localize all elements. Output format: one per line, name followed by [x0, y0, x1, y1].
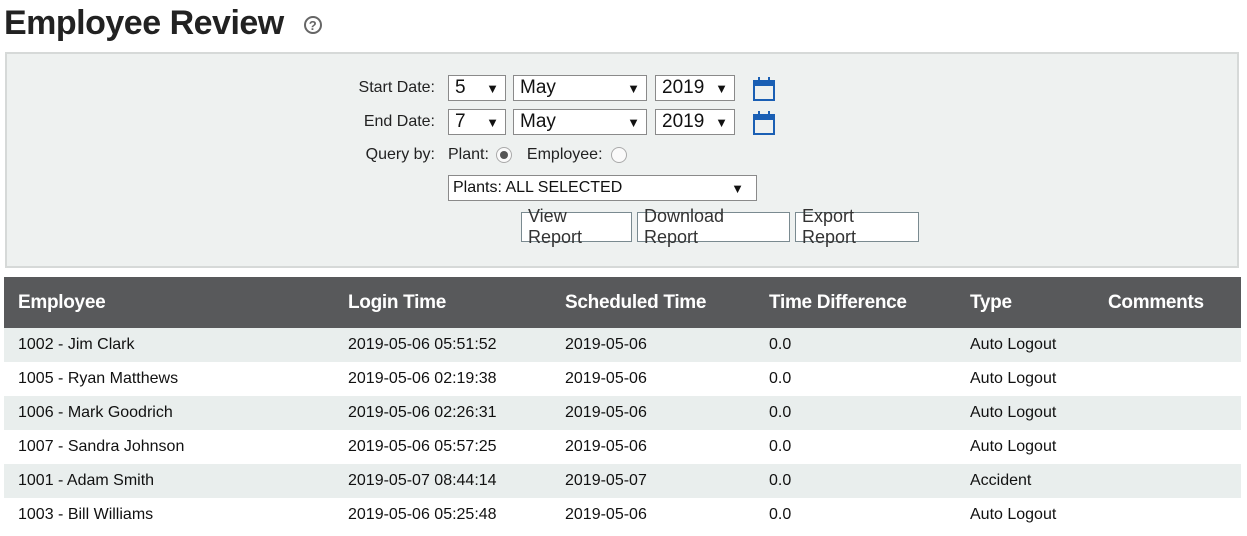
- query-by-row: Query by: Plant: Employee:: [347, 146, 627, 164]
- cell-type: Auto Logout: [970, 438, 1057, 455]
- table-header: Employee Login Time Scheduled Time Time …: [4, 277, 1241, 328]
- plant-radio[interactable]: [495, 147, 512, 163]
- start-month-value: May: [520, 77, 556, 98]
- cell-login-time: 2019-05-06 05:51:52: [348, 336, 497, 353]
- cell-employee: 1006 - Mark Goodrich: [18, 404, 173, 421]
- col-header-time-difference[interactable]: Time Difference: [769, 292, 907, 314]
- query-by-label: Query by:: [365, 146, 435, 163]
- cell-type: Auto Logout: [970, 336, 1057, 353]
- cell-time-difference: 0.0: [769, 336, 792, 353]
- col-header-scheduled-time[interactable]: Scheduled Time: [565, 292, 706, 314]
- help-icon[interactable]: ?: [303, 16, 322, 34]
- dropdown-arrow-icon: ▼: [715, 80, 728, 96]
- cell-time-difference: 0.0: [769, 404, 792, 421]
- dropdown-arrow-icon: ▼: [627, 80, 640, 96]
- cell-login-time: 2019-05-07 08:44:14: [348, 472, 497, 489]
- col-header-comments[interactable]: Comments: [1108, 292, 1204, 314]
- table-row: 1001 - Adam Smith 2019-05-07 08:44:14 20…: [4, 464, 1241, 498]
- cell-type: Accident: [970, 472, 1032, 489]
- export-report-button[interactable]: Export Report: [795, 206, 919, 247]
- col-header-type[interactable]: Type: [970, 292, 1012, 314]
- cell-employee: 1007 - Sandra Johnson: [18, 438, 185, 455]
- end-day-value: 7: [455, 111, 466, 132]
- dropdown-arrow-icon: ▼: [486, 80, 499, 96]
- page-header: Employee Review ?: [4, 0, 322, 46]
- cell-type: Auto Logout: [970, 370, 1057, 387]
- start-date-row: Start Date: 5 ▼ May ▼ 2019 ▼: [347, 75, 775, 101]
- dropdown-arrow-icon: ▼: [731, 180, 744, 196]
- employee-review-table: Employee Login Time Scheduled Time Time …: [4, 277, 1241, 532]
- start-day-select[interactable]: 5 ▼: [448, 75, 506, 101]
- table-row: 1003 - Bill Williams 2019-05-06 05:25:48…: [4, 498, 1241, 532]
- calendar-icon[interactable]: [753, 111, 775, 135]
- end-year-select[interactable]: 2019 ▼: [655, 109, 735, 135]
- cell-scheduled-time: 2019-05-06: [565, 336, 647, 353]
- cell-employee: 1001 - Adam Smith: [18, 472, 155, 489]
- filter-panel: Start Date: 5 ▼ May ▼ 2019 ▼ End Date: 7…: [5, 52, 1239, 268]
- cell-scheduled-time: 2019-05-06: [565, 370, 647, 387]
- employee-radio-label: Employee:: [526, 146, 603, 163]
- table-row: 1002 - Jim Clark 2019-05-06 05:51:52 201…: [4, 328, 1241, 362]
- cell-employee: 1005 - Ryan Matthews: [18, 370, 179, 387]
- start-year-value: 2019: [662, 77, 705, 98]
- dropdown-arrow-icon: ▼: [486, 114, 499, 130]
- cell-type: Auto Logout: [970, 404, 1057, 421]
- col-header-employee[interactable]: Employee: [18, 292, 106, 314]
- start-month-select[interactable]: May ▼: [513, 75, 647, 101]
- table-row: 1005 - Ryan Matthews 2019-05-06 02:19:38…: [4, 362, 1241, 396]
- cell-login-time: 2019-05-06 02:26:31: [348, 404, 497, 421]
- end-month-value: May: [520, 111, 556, 132]
- table-row: 1006 - Mark Goodrich 2019-05-06 02:26:31…: [4, 396, 1241, 430]
- cell-time-difference: 0.0: [769, 370, 792, 387]
- cell-time-difference: 0.0: [769, 506, 792, 523]
- cell-scheduled-time: 2019-05-06: [565, 506, 647, 523]
- end-year-value: 2019: [662, 111, 705, 132]
- cell-time-difference: 0.0: [769, 472, 792, 489]
- cell-employee: 1003 - Bill Williams: [18, 506, 154, 523]
- calendar-icon[interactable]: [753, 77, 775, 101]
- download-report-button[interactable]: Download Report: [637, 206, 790, 247]
- cell-scheduled-time: 2019-05-06: [565, 438, 647, 455]
- end-date-label: End Date:: [363, 113, 435, 130]
- table-row: 1007 - Sandra Johnson 2019-05-06 05:57:2…: [4, 430, 1241, 464]
- end-date-row: End Date: 7 ▼ May ▼ 2019 ▼: [347, 109, 775, 135]
- cell-scheduled-time: 2019-05-07: [565, 472, 647, 489]
- end-month-select[interactable]: May ▼: [513, 109, 647, 135]
- cell-type: Auto Logout: [970, 506, 1057, 523]
- cell-scheduled-time: 2019-05-06: [565, 404, 647, 421]
- plants-select-value: Plants: ALL SELECTED: [453, 179, 623, 196]
- cell-login-time: 2019-05-06 05:25:48: [348, 506, 497, 523]
- view-report-button[interactable]: View Report: [521, 206, 632, 247]
- page-title: Employee Review: [4, 3, 284, 42]
- employee-radio[interactable]: [610, 147, 627, 163]
- start-date-label: Start Date:: [358, 79, 435, 96]
- dropdown-arrow-icon: ▼: [715, 114, 728, 130]
- end-day-select[interactable]: 7 ▼: [448, 109, 506, 135]
- cell-login-time: 2019-05-06 05:57:25: [348, 438, 497, 455]
- cell-employee: 1002 - Jim Clark: [18, 336, 135, 353]
- plants-select[interactable]: Plants: ALL SELECTED ▼: [448, 175, 757, 201]
- start-day-value: 5: [455, 77, 466, 98]
- plant-radio-label: Plant:: [448, 146, 489, 163]
- cell-time-difference: 0.0: [769, 438, 792, 455]
- start-year-select[interactable]: 2019 ▼: [655, 75, 735, 101]
- col-header-login-time[interactable]: Login Time: [348, 292, 446, 314]
- cell-login-time: 2019-05-06 02:19:38: [348, 370, 497, 387]
- dropdown-arrow-icon: ▼: [627, 114, 640, 130]
- report-buttons: View Report Download Report Export Repor…: [521, 206, 919, 247]
